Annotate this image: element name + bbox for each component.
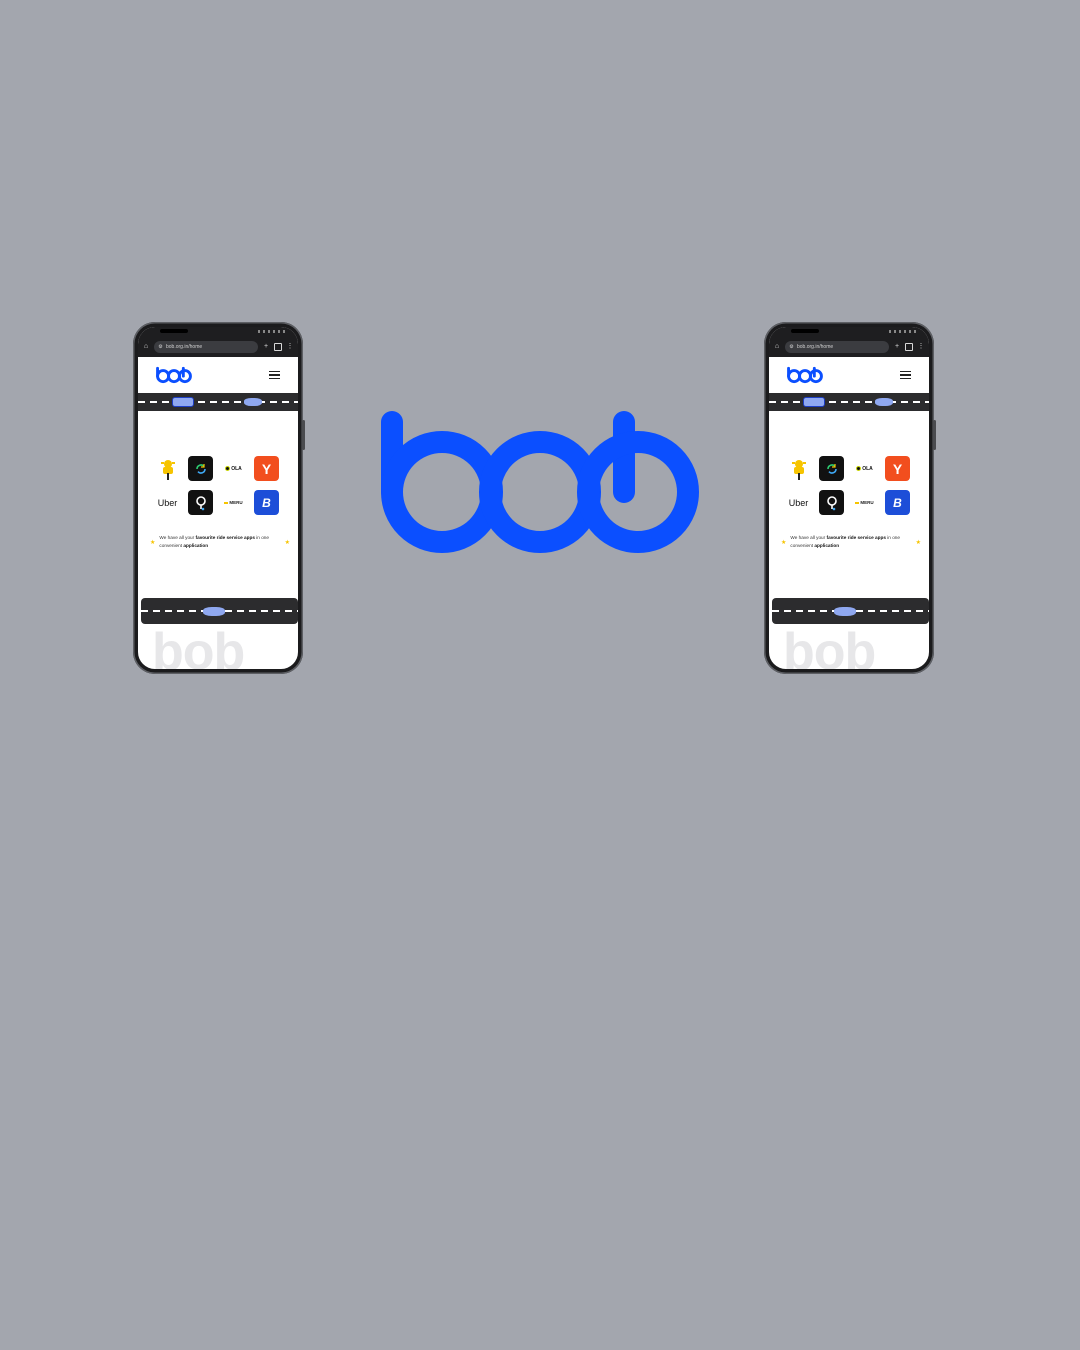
yatri-icon[interactable]: Y — [885, 456, 910, 481]
yatri-icon[interactable]: Y — [254, 456, 279, 481]
status-icons — [889, 330, 917, 333]
url-text: bob.org.in/home — [166, 344, 203, 350]
footer-watermark: bob — [152, 623, 245, 669]
site-settings-icon[interactable]: ⚙ — [789, 343, 794, 351]
phone-screen: ⌂ ⚙ bob.org.in/home + ⋮ OLA Y Uber MERU … — [769, 327, 929, 669]
phone-mockup-left: ⌂ ⚙ bob.org.in/home + ⋮ OLA Y Uber MERU … — [133, 322, 305, 674]
app-label: OLA — [862, 465, 873, 472]
home-icon[interactable]: ⌂ — [773, 343, 781, 351]
meru-icon[interactable]: MERU — [852, 490, 877, 515]
rapido-scooter-icon[interactable] — [155, 456, 180, 481]
app-label: MERU — [229, 500, 243, 505]
more-menu-icon[interactable]: ⋮ — [286, 343, 294, 351]
quick-ride-icon[interactable] — [188, 456, 213, 481]
browser-toolbar: ⌂ ⚙ bob.org.in/home + ⋮ — [769, 337, 929, 357]
app-label: Uber — [157, 497, 178, 508]
status-bar — [138, 327, 298, 337]
star-icon: ★ — [284, 539, 290, 546]
rapido-scooter-icon[interactable] — [786, 456, 811, 481]
app-label: B — [262, 495, 271, 510]
app-label: Y — [892, 460, 903, 477]
camera-notch — [160, 329, 188, 333]
phone-screen: ⌂ ⚙ bob.org.in/home + ⋮ OLA Y Uber MERU … — [138, 327, 298, 669]
site-logo[interactable] — [787, 366, 823, 384]
browser-toolbar: ⌂ ⚙ bob.org.in/home + ⋮ — [138, 337, 298, 357]
ola-icon[interactable]: OLA — [852, 456, 877, 481]
app-label: Uber — [788, 497, 809, 508]
uber-icon[interactable]: Uber — [155, 490, 180, 515]
scooter-icon — [203, 607, 225, 616]
status-bar — [769, 327, 929, 337]
ride-apps-grid: OLA Y Uber MERU B — [786, 456, 916, 515]
app-label: MERU — [860, 500, 874, 505]
quick-ride-icon[interactable] — [819, 456, 844, 481]
road-animation-top — [138, 393, 298, 411]
tabs-icon[interactable] — [905, 343, 913, 351]
hamburger-menu-icon[interactable] — [900, 370, 911, 380]
ride-apps-grid: OLA Y Uber MERU B — [155, 456, 285, 515]
tagline-row: ★ We have all your favourite ride servic… — [150, 534, 290, 550]
road-animation-top — [769, 393, 929, 411]
new-tab-icon[interactable]: + — [262, 343, 270, 351]
footer-watermark: bob — [783, 623, 876, 669]
site-logo[interactable] — [156, 366, 192, 384]
car-icon — [803, 397, 825, 407]
phone-mockup-right: ⌂ ⚙ bob.org.in/home + ⋮ OLA Y Uber MERU … — [764, 322, 936, 674]
home-icon[interactable]: ⌂ — [142, 343, 150, 351]
phone-side-button — [933, 420, 936, 450]
app-label: Y — [261, 460, 272, 477]
bob-app-icon[interactable]: B — [254, 490, 279, 515]
scooter-icon — [834, 607, 856, 616]
car-icon — [172, 397, 194, 407]
scooter-icon — [875, 398, 893, 406]
road-lane-markings — [138, 401, 298, 403]
camera-notch — [791, 329, 819, 333]
phone-side-button — [302, 420, 305, 450]
hamburger-menu-icon[interactable] — [269, 370, 280, 380]
ola-icon[interactable]: OLA — [221, 456, 246, 481]
app-label: OLA — [231, 465, 242, 472]
star-icon: ★ — [150, 539, 156, 546]
address-bar[interactable]: ⚙ bob.org.in/home — [785, 341, 889, 353]
url-text: bob.org.in/home — [797, 344, 834, 350]
more-menu-icon[interactable]: ⋮ — [917, 343, 925, 351]
tagline-row: ★ We have all your favourite ride servic… — [781, 534, 921, 550]
scooter-icon — [244, 398, 262, 406]
address-bar[interactable]: ⚙ bob.org.in/home — [154, 341, 258, 353]
road-animation-bottom — [141, 598, 298, 624]
bob-app-icon[interactable]: B — [885, 490, 910, 515]
road-animation-bottom — [772, 598, 929, 624]
bluesmart-pin-icon[interactable] — [819, 490, 844, 515]
uber-icon[interactable]: Uber — [786, 490, 811, 515]
site-header — [138, 357, 298, 393]
star-icon: ★ — [781, 539, 787, 546]
tabs-icon[interactable] — [274, 343, 282, 351]
meru-icon[interactable]: MERU — [221, 490, 246, 515]
road-lane-markings — [769, 401, 929, 403]
bluesmart-pin-icon[interactable] — [188, 490, 213, 515]
site-header — [769, 357, 929, 393]
app-label: B — [893, 495, 902, 510]
bob-brand-logo — [381, 411, 699, 553]
site-settings-icon[interactable]: ⚙ — [158, 343, 163, 351]
new-tab-icon[interactable]: + — [893, 343, 901, 351]
star-icon: ★ — [915, 539, 921, 546]
tagline-text: We have all your favourite ride service … — [790, 535, 901, 548]
tagline-text: We have all your favourite ride service … — [159, 535, 270, 548]
status-icons — [258, 330, 286, 333]
